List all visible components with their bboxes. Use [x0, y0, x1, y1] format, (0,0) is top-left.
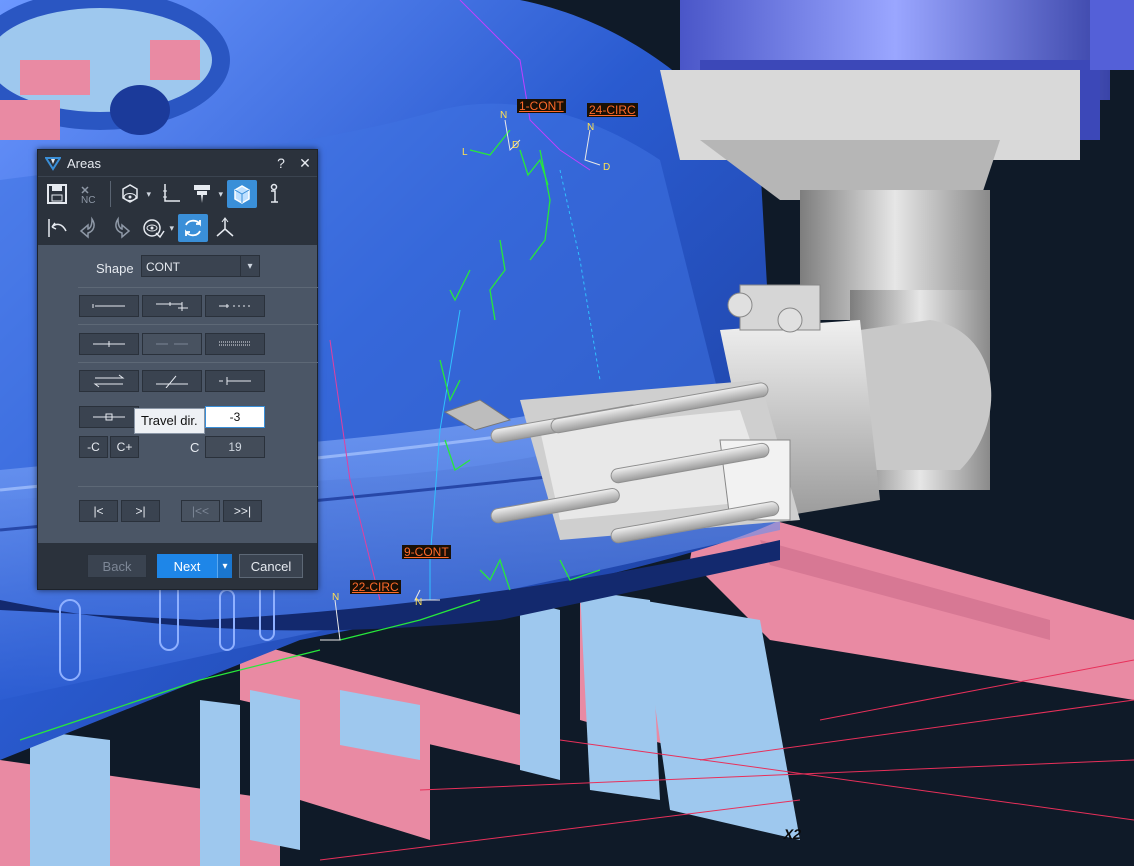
- info-icon[interactable]: [259, 180, 289, 208]
- divider: [78, 486, 318, 487]
- back-path-icon[interactable]: [42, 214, 72, 242]
- next-dropdown-arrow[interactable]: ▾: [217, 554, 232, 578]
- divider: [78, 324, 318, 325]
- reverse-direction-button[interactable]: [79, 370, 139, 392]
- dialog-body: Shape CONT ▾ -3 -C C+ 19 |< >| |<< >>|: [38, 247, 318, 540]
- travel-dir-button[interactable]: [79, 406, 139, 428]
- svg-text:N: N: [500, 110, 507, 121]
- svg-text:N: N: [587, 122, 594, 133]
- divider: [78, 362, 318, 363]
- travel-dir-tooltip: Travel dir.: [134, 408, 205, 434]
- shape-select[interactable]: CONT ▾: [141, 255, 260, 277]
- svg-text:D: D: [512, 140, 519, 151]
- dialog-title: Areas: [67, 155, 101, 171]
- c-label: C: [190, 440, 200, 455]
- angle-approach-button[interactable]: [142, 370, 202, 392]
- toolpath-label-9-cont[interactable]: 9-CONT: [402, 545, 451, 559]
- skip-last-button[interactable]: >>|: [223, 500, 262, 522]
- svg-text:NC: NC: [81, 195, 95, 206]
- app-logo-icon: [45, 157, 61, 171]
- start-point-button[interactable]: [205, 370, 265, 392]
- lead-in-arc-button[interactable]: [142, 295, 202, 317]
- first-button[interactable]: |<: [79, 500, 118, 522]
- fine-line-button[interactable]: [205, 333, 265, 355]
- svg-text:N: N: [415, 597, 422, 608]
- next-button[interactable]: Next: [157, 554, 217, 578]
- toolpath-label-22-circ[interactable]: 22-CIRC: [350, 580, 401, 594]
- svg-text:N: N: [332, 592, 339, 603]
- close-button[interactable]: ✕: [293, 155, 317, 172]
- gap-line-button[interactable]: [142, 333, 202, 355]
- tool-holder-icon[interactable]: ▾: [187, 180, 223, 208]
- last-button[interactable]: >|: [121, 500, 160, 522]
- toolbar-separator: [110, 181, 111, 207]
- c-minus-button[interactable]: -C: [79, 436, 108, 458]
- dialog-footer: Back Next ▾ Cancel: [38, 543, 317, 589]
- fixture-label-x2: X2: [782, 826, 803, 842]
- chevron-down-icon: ▾: [146, 189, 151, 199]
- save-icon[interactable]: [42, 180, 72, 208]
- visibility-icon[interactable]: ▾: [138, 214, 174, 242]
- nc-icon[interactable]: NC: [74, 180, 104, 208]
- chevron-down-icon[interactable]: ▾: [240, 256, 259, 276]
- travel-dir-input[interactable]: -3: [205, 406, 265, 428]
- refresh-icon[interactable]: [178, 214, 208, 242]
- svg-text:D: D: [603, 162, 610, 173]
- svg-text:L: L: [462, 147, 468, 158]
- back-button[interactable]: Back: [87, 554, 147, 578]
- shape-label: Shape: [96, 261, 134, 276]
- redo-arrow-icon[interactable]: [106, 214, 136, 242]
- coordinate-axes-icon[interactable]: [210, 214, 240, 242]
- toolbar-row-2: ▾: [38, 211, 317, 245]
- toolpath-label-24-circ[interactable]: 24-CIRC: [587, 103, 638, 117]
- skip-first-button[interactable]: |<<: [181, 500, 220, 522]
- lead-dotted-button[interactable]: [205, 295, 265, 317]
- point-mid-button[interactable]: [79, 333, 139, 355]
- divider: [78, 287, 318, 288]
- chevron-down-icon: ▾: [222, 560, 228, 572]
- toolbar-row-1: NC ▾ ▾: [38, 176, 317, 211]
- toolpath-label-1-cont[interactable]: 1-CONT: [517, 99, 566, 113]
- help-button[interactable]: ?: [269, 155, 293, 171]
- c-plus-button[interactable]: C+: [110, 436, 139, 458]
- c-value-field[interactable]: 19: [205, 436, 265, 458]
- chevron-down-icon: ▾: [218, 189, 223, 199]
- solid-cube-icon[interactable]: [227, 180, 257, 208]
- lead-in-line-button[interactable]: [79, 295, 139, 317]
- view-cube-icon[interactable]: ▾: [115, 180, 151, 208]
- cancel-button[interactable]: Cancel: [239, 554, 303, 578]
- chevron-down-icon: ▾: [169, 223, 174, 233]
- axis-icon[interactable]: [155, 180, 185, 208]
- undo-arrow-icon[interactable]: [74, 214, 104, 242]
- areas-dialog: Areas ? ✕ NC ▾ ▾ ▾ Shape CONT ▾ -3 -C C+…: [37, 149, 318, 590]
- shape-select-value: CONT: [146, 260, 180, 274]
- dialog-titlebar[interactable]: Areas ? ✕: [38, 150, 317, 176]
